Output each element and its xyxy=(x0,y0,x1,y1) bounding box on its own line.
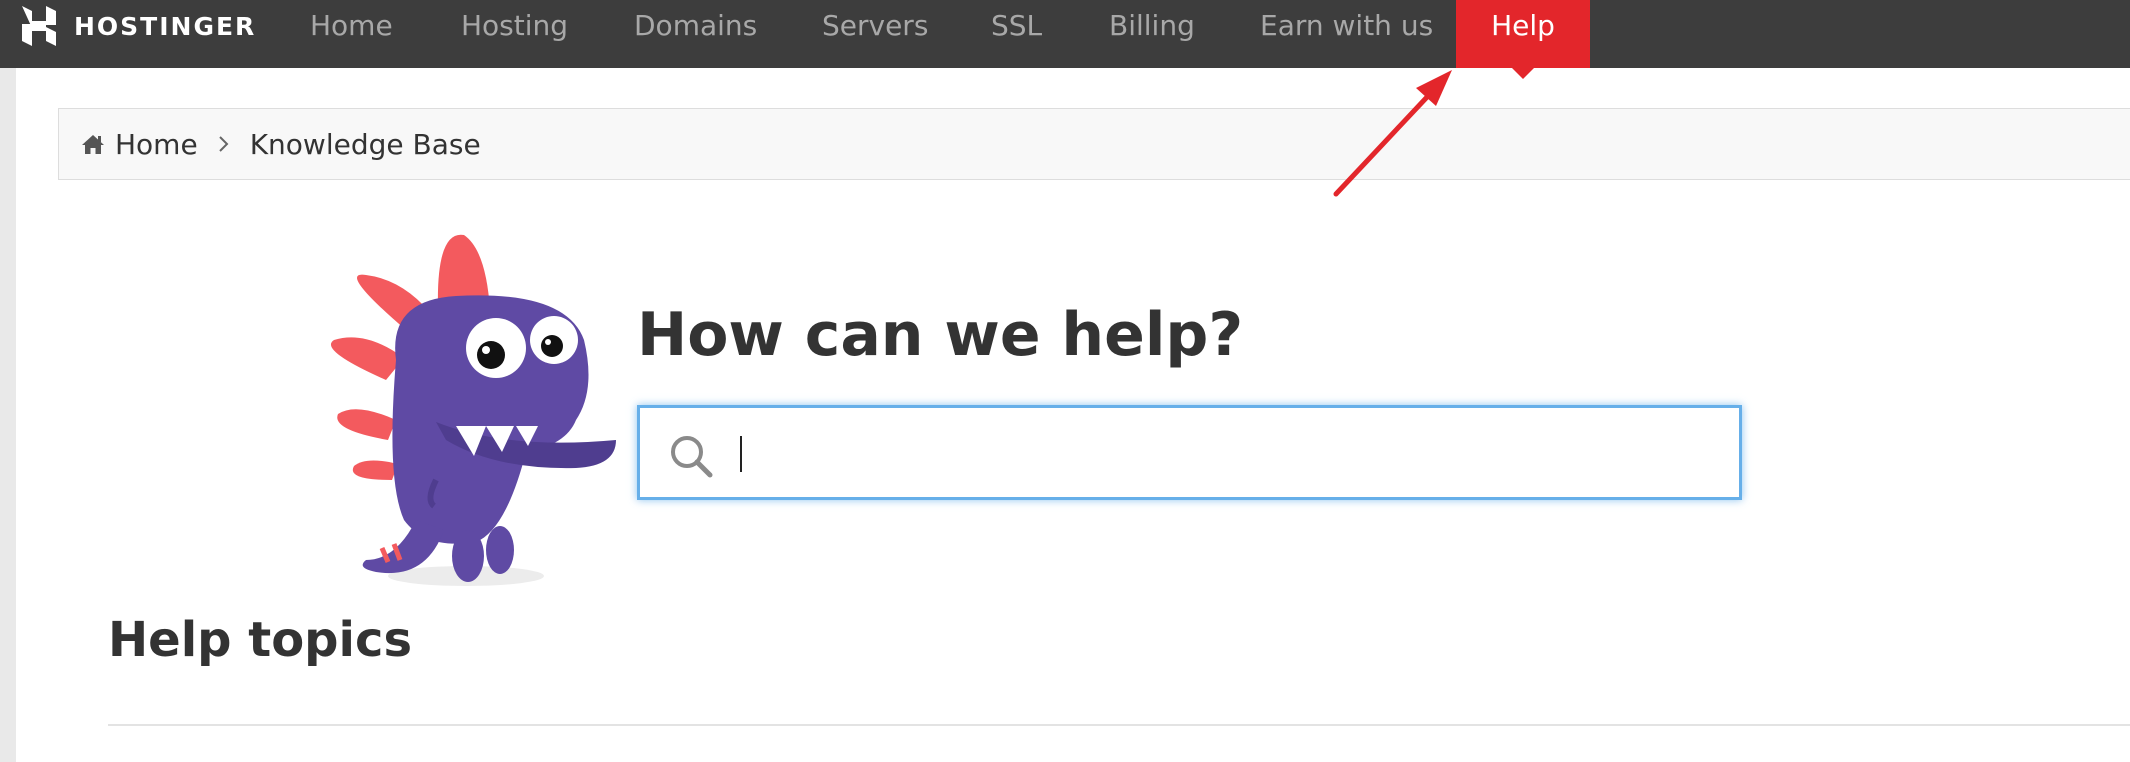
search-box[interactable] xyxy=(637,405,1742,500)
top-navigation: HOSTINGER Home Hosting Domains Servers S… xyxy=(0,0,2130,79)
breadcrumb-current: Knowledge Base xyxy=(249,127,481,161)
nav-item-home[interactable]: Home xyxy=(310,0,393,52)
hero-title: How can we help? xyxy=(637,300,1244,370)
brand-logo[interactable]: HOSTINGER xyxy=(20,2,256,50)
nav-item-earn-with-us[interactable]: Earn with us xyxy=(1260,0,1433,52)
nav-item-ssl[interactable]: SSL xyxy=(991,0,1042,52)
help-topics-title: Help topics xyxy=(108,612,413,668)
brand-name: HOSTINGER xyxy=(74,11,257,41)
search-icon xyxy=(671,436,713,478)
nav-item-hosting[interactable]: Hosting xyxy=(461,0,568,52)
text-cursor xyxy=(740,436,742,472)
home-icon[interactable] xyxy=(81,133,105,155)
nav-item-servers[interactable]: Servers xyxy=(822,0,928,52)
breadcrumb-home-link[interactable]: Home xyxy=(115,128,198,161)
nav-item-help-label: Help xyxy=(1491,9,1555,42)
chevron-right-icon xyxy=(218,135,230,153)
nav-item-domains[interactable]: Domains xyxy=(634,0,757,52)
page-left-edge xyxy=(0,68,16,762)
active-caret-icon xyxy=(1512,68,1534,79)
dinosaur-mascot-icon xyxy=(330,234,616,586)
nav-item-help[interactable]: Help xyxy=(1456,0,1590,79)
search-input[interactable] xyxy=(738,420,1722,488)
breadcrumb: Home Knowledge Base xyxy=(58,108,2130,180)
divider xyxy=(108,724,2130,726)
nav-item-billing[interactable]: Billing xyxy=(1109,0,1195,52)
hostinger-logo-icon xyxy=(22,6,56,46)
